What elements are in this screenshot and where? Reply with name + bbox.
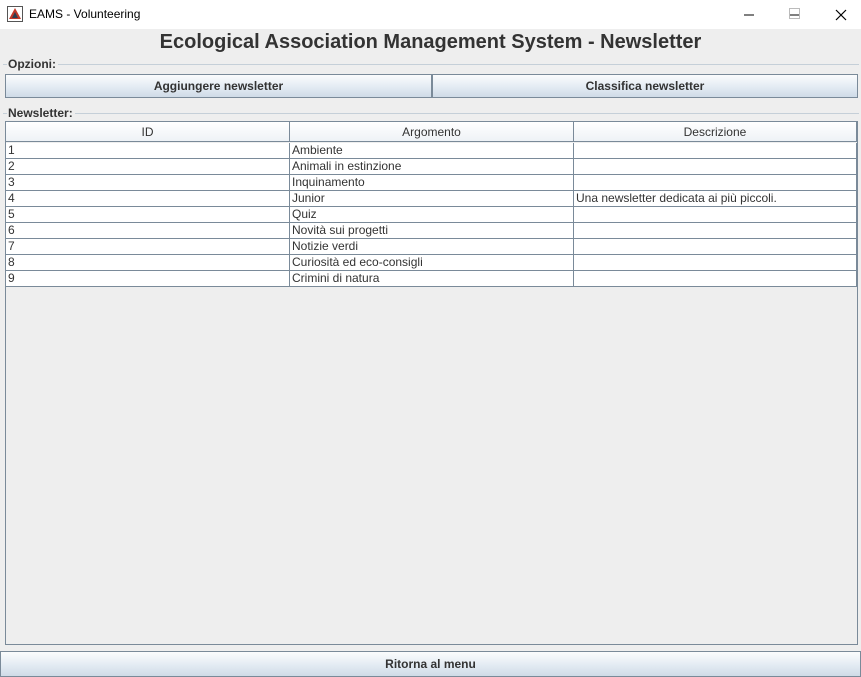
rank-newsletter-button[interactable]: Classifica newsletter (432, 74, 858, 98)
column-header-descrizione[interactable]: Descrizione (574, 122, 857, 142)
cell-descrizione[interactable] (574, 271, 857, 287)
column-header-argomento[interactable]: Argomento (290, 122, 574, 142)
cell-argomento[interactable]: Animali in estinzione (290, 159, 574, 175)
cell-id[interactable]: 1 (6, 143, 290, 159)
table-row[interactable]: 2 Animali in estinzione (6, 159, 857, 175)
cell-argomento[interactable]: Crimini di natura (290, 271, 574, 287)
cell-argomento[interactable]: Inquinamento (290, 175, 574, 191)
maximize-icon (789, 8, 800, 19)
cell-descrizione[interactable]: Una newsletter dedicata ai più piccoli. (574, 191, 857, 207)
cell-descrizione[interactable] (574, 255, 857, 271)
cell-id[interactable]: 8 (6, 255, 290, 271)
window-title: EAMS - Volunteering (29, 7, 141, 21)
table-row[interactable]: 7 Notizie verdi (6, 239, 857, 255)
table-row[interactable]: 8 Curiosità ed eco-consigli (6, 255, 857, 271)
cell-descrizione[interactable] (574, 207, 857, 223)
cell-id[interactable]: 9 (6, 271, 290, 287)
cell-id[interactable]: 6 (6, 223, 290, 239)
cell-id[interactable]: 4 (6, 191, 290, 207)
app-icon (7, 6, 23, 22)
cell-argomento[interactable]: Novità sui progetti (290, 223, 574, 239)
cell-argomento[interactable]: Ambiente (290, 143, 574, 159)
cell-descrizione[interactable] (574, 143, 857, 159)
table-header: ID Argomento Descrizione (6, 122, 857, 143)
table-row[interactable]: 1 Ambiente (6, 143, 857, 159)
cell-descrizione[interactable] (574, 175, 857, 191)
cell-id[interactable]: 7 (6, 239, 290, 255)
newsletter-group (3, 113, 859, 114)
cell-descrizione[interactable] (574, 159, 857, 175)
newsletter-legend: Newsletter: (7, 106, 75, 120)
back-to-menu-button[interactable]: Ritorna al menu (0, 651, 861, 677)
cell-argomento[interactable]: Notizie verdi (290, 239, 574, 255)
minimize-button-area[interactable] (726, 0, 772, 29)
table-row[interactable]: 5 Quiz (6, 207, 857, 223)
cell-id[interactable]: 2 (6, 159, 290, 175)
cell-argomento[interactable]: Quiz (290, 207, 574, 223)
page-title: Ecological Association Management System… (159, 31, 702, 53)
cell-argomento[interactable]: Curiosità ed eco-consigli (290, 255, 574, 271)
options-legend: Opzioni: (7, 57, 58, 71)
minimize-icon (744, 14, 754, 16)
cell-descrizione[interactable] (574, 239, 857, 255)
newsletter-table[interactable]: ID Argomento Descrizione 1 Ambiente 2 Anima… (5, 121, 858, 645)
table-row[interactable]: 9 Crimini di natura (6, 271, 857, 287)
close-icon (835, 9, 847, 21)
table-row[interactable]: 3 Inquinamento (6, 175, 857, 191)
cell-id[interactable]: 5 (6, 207, 290, 223)
close-button[interactable] (818, 0, 861, 29)
add-newsletter-button[interactable]: Aggiungere newsletter (5, 74, 432, 98)
cell-descrizione[interactable] (574, 223, 857, 239)
cell-id[interactable]: 3 (6, 175, 290, 191)
maximize-button[interactable] (772, 0, 818, 29)
column-header-id[interactable]: ID (6, 122, 290, 142)
cell-argomento[interactable]: Junior (290, 191, 574, 207)
table-row[interactable]: 4 Junior Una newsletter dedicata ai più pi… (6, 191, 857, 207)
options-group (3, 64, 859, 65)
table-row[interactable]: 6 Novità sui progetti (6, 223, 857, 239)
